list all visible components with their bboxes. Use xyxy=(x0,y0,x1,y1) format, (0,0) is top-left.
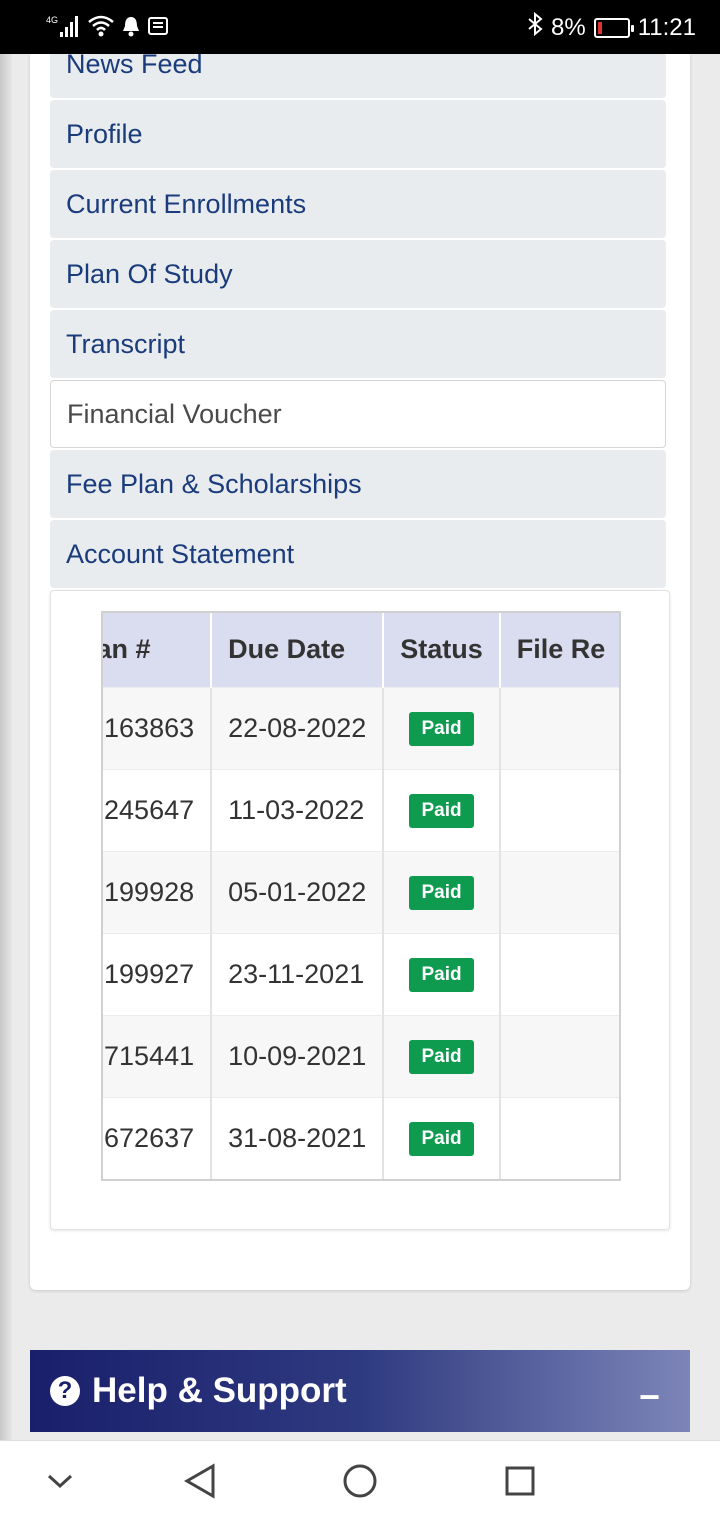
status-cell: Paid xyxy=(383,1096,501,1179)
paid-badge: Paid xyxy=(409,1040,474,1074)
battery-percent: 8% xyxy=(551,13,586,41)
status-left: 4G xyxy=(46,14,168,41)
status-cell: Paid xyxy=(383,768,501,851)
plan-number-cell: 9245647 xyxy=(103,768,213,851)
plan-number-cell: 0672637 xyxy=(103,1096,213,1179)
menu-item-profile[interactable]: Profile xyxy=(50,100,666,168)
paid-badge: Paid xyxy=(409,1122,474,1157)
paid-badge: Paid xyxy=(409,794,474,828)
menu-item-label: Account Statement xyxy=(66,538,295,569)
question-circle-icon: ? xyxy=(50,1376,80,1406)
header-status: Status xyxy=(383,613,501,687)
message-icon xyxy=(148,16,168,39)
home-circle-icon[interactable] xyxy=(340,1461,380,1501)
signal-icon: 4G xyxy=(46,14,80,41)
file-cell xyxy=(499,768,619,851)
menu-item-fee-plan-scholarships[interactable]: Fee Plan & Scholarships xyxy=(50,450,666,518)
menu-item-label: Profile xyxy=(66,118,143,149)
plan-number-cell: 0163863 xyxy=(103,686,213,769)
menu-item-label: Financial Voucher xyxy=(67,398,282,429)
table-row: 7199928 05-01-2022 Paid xyxy=(103,850,619,933)
status-cell: Paid xyxy=(383,1014,501,1097)
status-cell: Paid xyxy=(383,932,501,1015)
plan-number-cell: 0715441 xyxy=(103,1014,213,1097)
file-cell xyxy=(499,1014,619,1097)
recents-square-icon[interactable] xyxy=(500,1461,540,1501)
help-support-title: Help & Support xyxy=(92,1371,347,1410)
menu-item-label: Plan Of Study xyxy=(66,258,233,289)
plan-number-cell: 7199928 xyxy=(103,850,213,933)
status-bar: 4G 8% 11:21 xyxy=(0,0,720,54)
status-cell: Paid xyxy=(383,850,501,933)
battery-level-fill xyxy=(597,21,602,34)
menu-item-label: Current Enrollments xyxy=(66,188,307,219)
due-date-cell: 23-11-2021 xyxy=(211,932,385,1015)
header-due-date: Due Date xyxy=(211,613,385,687)
wifi-icon xyxy=(88,15,114,40)
table-row: 9245647 11-03-2022 Paid xyxy=(103,768,619,851)
page-edge xyxy=(0,54,12,1440)
help-support-header[interactable]: ? Help & Support − xyxy=(30,1350,690,1432)
menu-item-label: Transcript xyxy=(66,328,186,359)
status-right: 8% 11:21 xyxy=(527,11,696,43)
file-cell xyxy=(499,1096,619,1179)
table-row: 0672637 31-08-2021 Paid xyxy=(103,1096,619,1179)
voucher-table: lan # Due Date Status File Re 0163863 22… xyxy=(103,613,619,1179)
file-cell xyxy=(499,850,619,933)
due-date-cell: 31-08-2021 xyxy=(211,1096,385,1179)
header-plan-number: lan # xyxy=(103,613,213,687)
table-row: 7199927 23-11-2021 Paid xyxy=(103,932,619,1015)
due-date-cell: 22-08-2022 xyxy=(211,686,385,769)
due-date-cell: 05-01-2022 xyxy=(211,850,385,933)
file-cell xyxy=(499,686,619,769)
network-label: 4G xyxy=(46,15,58,25)
menu-item-plan-of-study[interactable]: Plan Of Study xyxy=(50,240,666,308)
header-file: File Re xyxy=(499,613,619,687)
file-cell xyxy=(499,932,619,1015)
chevron-down-icon[interactable] xyxy=(40,1461,80,1501)
clock: 11:21 xyxy=(637,13,696,41)
table-header-row: lan # Due Date Status File Re xyxy=(103,613,619,687)
due-date-cell: 11-03-2022 xyxy=(211,768,385,851)
menu-item-transcript[interactable]: Transcript xyxy=(50,310,666,378)
menu-item-financial-voucher[interactable]: Financial Voucher xyxy=(50,380,666,448)
menu-item-label: Fee Plan & Scholarships xyxy=(66,468,362,499)
voucher-panel: lan # Due Date Status File Re 0163863 22… xyxy=(50,590,670,1230)
notification-bell-icon xyxy=(122,15,140,40)
paid-badge: Paid xyxy=(409,958,474,992)
table-row: 0163863 22-08-2022 Paid xyxy=(103,686,619,769)
back-triangle-icon[interactable] xyxy=(180,1461,220,1501)
menu-item-account-statement[interactable]: Account Statement xyxy=(50,520,666,588)
plan-number-cell: 7199927 xyxy=(103,932,213,1015)
table-row: 0715441 10-09-2021 Paid xyxy=(103,1014,619,1097)
paid-badge: Paid xyxy=(409,876,474,910)
collapse-toggle-button[interactable]: − xyxy=(639,1376,660,1418)
system-nav-bar xyxy=(0,1440,720,1520)
paid-badge: Paid xyxy=(409,712,474,746)
status-cell: Paid xyxy=(383,686,501,769)
bluetooth-icon xyxy=(527,11,543,43)
battery-icon xyxy=(593,17,634,38)
menu-item-current-enrollments[interactable]: Current Enrollments xyxy=(50,170,666,238)
voucher-table-scroll[interactable]: lan # Due Date Status File Re 0163863 22… xyxy=(101,611,621,1181)
due-date-cell: 10-09-2021 xyxy=(211,1014,385,1097)
